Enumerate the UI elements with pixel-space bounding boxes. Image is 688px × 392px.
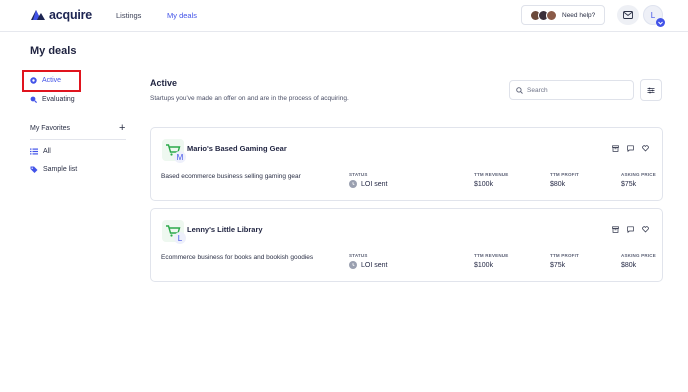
deal-card[interactable]: L Lenny's Little Library Ecommerce busin…	[150, 208, 663, 282]
inbox-button[interactable]	[617, 5, 639, 25]
status-label: STATUS	[349, 253, 368, 258]
status-label: STATUS	[349, 172, 368, 177]
deal-name[interactable]: Lenny's Little Library	[187, 225, 263, 234]
heart-icon[interactable]	[642, 145, 649, 152]
favorites-item-label: All	[43, 148, 51, 155]
deal-description: Ecommerce business for books and bookish…	[161, 254, 314, 261]
chat-icon[interactable]	[627, 226, 634, 233]
mail-icon	[623, 11, 633, 19]
section-title: Active	[150, 78, 178, 88]
deal-status: LOI sent	[349, 261, 387, 269]
startup-letter-badge: M	[174, 151, 186, 163]
section-subtitle: Startups you've made an offer on and are…	[150, 95, 349, 102]
deal-status: LOI sent	[349, 180, 387, 188]
asking-price-label: ASKING PRICE	[621, 172, 656, 177]
ttm-revenue-label: TTM REVENUE	[474, 172, 509, 177]
search-box[interactable]	[509, 80, 634, 100]
card-actions	[612, 226, 649, 233]
startup-letter-badge: L	[174, 232, 186, 244]
circle-dot-icon	[30, 77, 37, 84]
clock-icon	[349, 261, 357, 269]
asking-price-value: $80k	[621, 262, 637, 269]
favorites-title: My Favorites	[30, 125, 71, 132]
logo-text: acquire	[49, 8, 93, 22]
ttm-revenue-label: TTM REVENUE	[474, 253, 509, 258]
ttm-revenue-value: $100k	[474, 181, 494, 188]
sidebar-item-label: Evaluating	[42, 96, 75, 103]
asking-price-label: ASKING PRICE	[621, 253, 656, 258]
sliders-icon	[647, 87, 655, 93]
top-navbar: acquire Listings My deals Need help? L	[0, 0, 688, 32]
ttm-profit-value: $80k	[550, 181, 566, 188]
page-title: My deals	[30, 45, 77, 57]
sidebar-item-evaluating[interactable]: Evaluating	[30, 96, 75, 103]
deal-description: Based ecommerce business selling gaming …	[161, 173, 301, 180]
search-input[interactable]	[527, 86, 627, 94]
archive-icon[interactable]	[612, 226, 619, 233]
sidebar-item-label: Active	[42, 77, 62, 84]
tag-icon	[30, 166, 38, 173]
add-favorite-list-button[interactable]: +	[119, 122, 125, 134]
acquire-logo[interactable]: acquire	[30, 8, 92, 22]
sidebar-item-active[interactable]: Active	[30, 77, 61, 84]
favorites-item-sample-list[interactable]: Sample list	[30, 166, 77, 173]
heart-icon[interactable]	[642, 226, 649, 233]
asking-price-value: $75k	[621, 181, 637, 188]
status-value: LOI sent	[361, 180, 388, 188]
nav-my-deals[interactable]: My deals	[167, 11, 197, 20]
need-help-button[interactable]: Need help?	[521, 5, 605, 25]
deal-card[interactable]: M Mario's Based Gaming Gear Based ecomme…	[150, 127, 663, 201]
ttm-profit-value: $75k	[550, 262, 566, 269]
status-value: LOI sent	[361, 261, 388, 269]
search-icon	[516, 86, 523, 94]
chevron-down-icon[interactable]	[656, 18, 665, 27]
ttm-profit-label: TTM PROFIT	[550, 172, 579, 177]
card-actions	[612, 145, 649, 152]
divider	[30, 139, 126, 140]
filter-button[interactable]	[640, 79, 662, 101]
logo-mark-icon	[31, 10, 45, 20]
support-avatar	[546, 9, 557, 21]
archive-icon[interactable]	[612, 145, 619, 152]
magnifier-icon	[30, 96, 37, 103]
clock-icon	[349, 180, 357, 188]
list-icon	[30, 148, 38, 155]
support-avatars	[530, 9, 557, 21]
ttm-profit-label: TTM PROFIT	[550, 253, 579, 258]
favorites-item-label: Sample list	[43, 166, 78, 173]
ttm-revenue-value: $100k	[474, 262, 494, 269]
deal-name[interactable]: Mario's Based Gaming Gear	[187, 144, 287, 153]
favorites-item-all[interactable]: All	[30, 148, 51, 155]
nav-listings[interactable]: Listings	[116, 11, 141, 20]
chat-icon[interactable]	[627, 145, 634, 152]
need-help-label: Need help?	[562, 11, 596, 19]
